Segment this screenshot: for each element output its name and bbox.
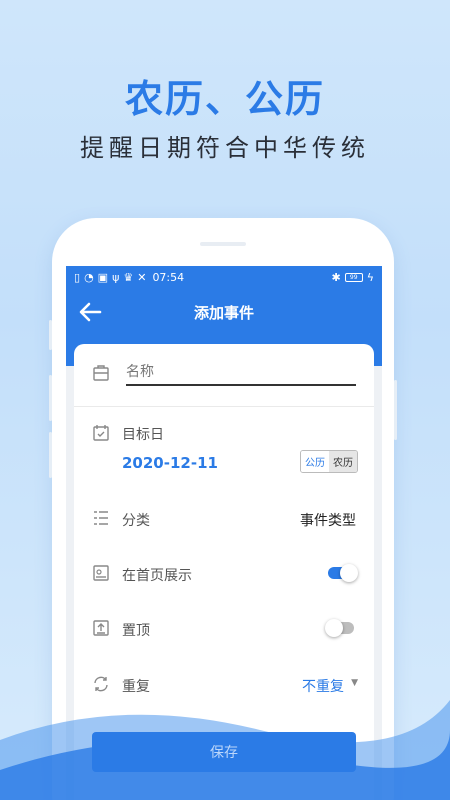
phone-side-button: [49, 320, 52, 350]
category-label: 分类: [122, 513, 150, 529]
briefcase-icon: [92, 364, 110, 382]
bluetooth-icon: ✱: [331, 270, 341, 284]
status-bar: ▯ ◔ ▣ ψ ♛ ✕ 07:54 ✱ 99 ϟ: [66, 266, 382, 288]
repeat-label: 重复: [122, 679, 150, 695]
nfc-icon: ▣: [97, 270, 109, 284]
status-icons: ▯ ◔ ▣ ψ ♛ ✕: [74, 271, 146, 284]
tools-icon: ✕: [137, 270, 147, 284]
pin-toggle[interactable]: [325, 619, 354, 637]
app-bar: 添加事件: [66, 288, 382, 336]
promo-subline: 提醒日期符合中华传统: [80, 134, 370, 162]
toggle-knob: [340, 564, 358, 582]
list-icon: [92, 509, 110, 527]
usb-icon: ψ: [112, 270, 120, 284]
pin-label: 置顶: [122, 623, 150, 639]
calendar-check-icon: [92, 424, 110, 442]
back-arrow-icon[interactable]: [78, 301, 102, 323]
pin-top-icon: [92, 619, 110, 637]
calendar-type-switch: 公历 农历: [300, 450, 358, 473]
repeat-icon: [92, 675, 110, 693]
target-date-label: 目标日: [122, 427, 164, 443]
repeat-row[interactable]: 重复 不重复 ▼: [74, 670, 374, 698]
toggle-knob: [325, 619, 343, 637]
battery-icon: 99: [344, 272, 363, 282]
crown-icon: ♛: [123, 270, 134, 284]
id-card-icon: [92, 564, 110, 582]
divider: [74, 406, 374, 407]
charging-icon: ϟ: [366, 270, 374, 284]
chevron-down-icon: ▼: [351, 678, 358, 688]
promo-headline: 农历、公历: [124, 77, 325, 121]
category-value: 事件类型: [300, 513, 356, 529]
status-time: 07:54: [152, 270, 185, 284]
show-home-row: 在首页展示: [74, 559, 374, 587]
category-row[interactable]: 分类 事件类型: [74, 504, 374, 532]
show-home-label: 在首页展示: [122, 568, 192, 584]
wifi-icon: ◔: [84, 270, 94, 284]
lunar-calendar-option[interactable]: 农历: [329, 451, 357, 472]
target-date-value[interactable]: 2020-12-11: [122, 454, 218, 472]
save-button[interactable]: 保存: [92, 732, 356, 772]
name-input[interactable]: [126, 360, 356, 386]
phone-side-button: [49, 375, 52, 421]
sim-icon: ▯: [74, 270, 81, 284]
show-home-toggle[interactable]: [328, 564, 358, 582]
page-title: 添加事件: [193, 303, 254, 322]
phone-side-button: [394, 380, 397, 440]
phone-speaker: [200, 242, 246, 246]
phone-side-button: [49, 432, 52, 478]
solar-calendar-option[interactable]: 公历: [301, 451, 329, 472]
repeat-value: 不重复: [302, 679, 344, 695]
pin-row: 置顶: [74, 614, 374, 642]
